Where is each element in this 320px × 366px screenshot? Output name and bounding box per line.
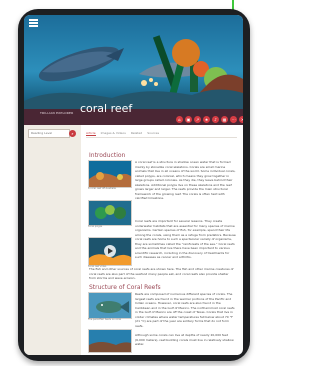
tab-sources[interactable]: Sources <box>147 131 159 136</box>
article-paragraph: Although some corals can live at depths … <box>135 333 234 346</box>
article-video-thumbnail[interactable] <box>88 237 132 266</box>
menu-icon[interactable] <box>29 19 38 27</box>
article-image-reef-bottom[interactable] <box>88 329 132 353</box>
menu-dots-icon[interactable]: ⋯ <box>230 116 237 123</box>
share-icon[interactable]: ↗ <box>194 116 201 123</box>
tab-images-videos[interactable]: Images & Videos <box>101 131 126 136</box>
image-caption: A coral reef off Australia <box>88 187 116 190</box>
article-image-polyps[interactable] <box>88 200 132 226</box>
article-paragraph: Coral reefs are important for several re… <box>135 219 236 259</box>
hero-image <box>24 15 243 109</box>
device-screen: TRILLIAN EXPLORER coral reef ⌂ ▣ ↗ ★ ♪ ▦… <box>24 15 243 355</box>
article-image-reef[interactable] <box>88 160 132 188</box>
brand-label: TRILLIAN EXPLORER <box>40 111 74 115</box>
star-icon[interactable]: ★ <box>203 116 210 123</box>
article-image-parrotfish[interactable] <box>88 292 132 319</box>
article-title: coral reef <box>80 102 133 115</box>
tab-article[interactable]: Article <box>86 131 96 136</box>
tab-divider <box>86 137 237 138</box>
article-paragraph: Reefs are composed of numerous different… <box>135 292 235 328</box>
article-paragraph: A coral reef is a structure in shallow o… <box>135 160 236 200</box>
section-title: Introduction <box>89 152 126 159</box>
grid-icon[interactable]: ▦ <box>221 116 228 123</box>
home-icon[interactable]: ⌂ <box>176 116 183 123</box>
print-icon[interactable]: ▣ <box>185 116 192 123</box>
article-tabs: Article Images & Videos Related Sources <box>86 131 159 136</box>
audio-icon[interactable]: ♪ <box>212 116 219 123</box>
close-icon[interactable]: × <box>239 116 243 123</box>
sidebar: Reading Level ⌕ <box>24 125 81 355</box>
image-caption: Coral polyps <box>88 225 103 228</box>
section-title: Structure of Coral Reefs <box>89 284 161 291</box>
article-paragraph: The fish and other sources of coral reef… <box>89 267 234 280</box>
image-caption: The parrotfish feeds on coral <box>88 318 122 321</box>
search-input[interactable]: Reading Level <box>28 129 70 138</box>
tab-related[interactable]: Related <box>131 131 142 136</box>
article-tools: ⌂ ▣ ↗ ★ ♪ ▦ ⋯ × <box>176 116 243 123</box>
search-icon[interactable]: ⌕ <box>69 130 76 137</box>
